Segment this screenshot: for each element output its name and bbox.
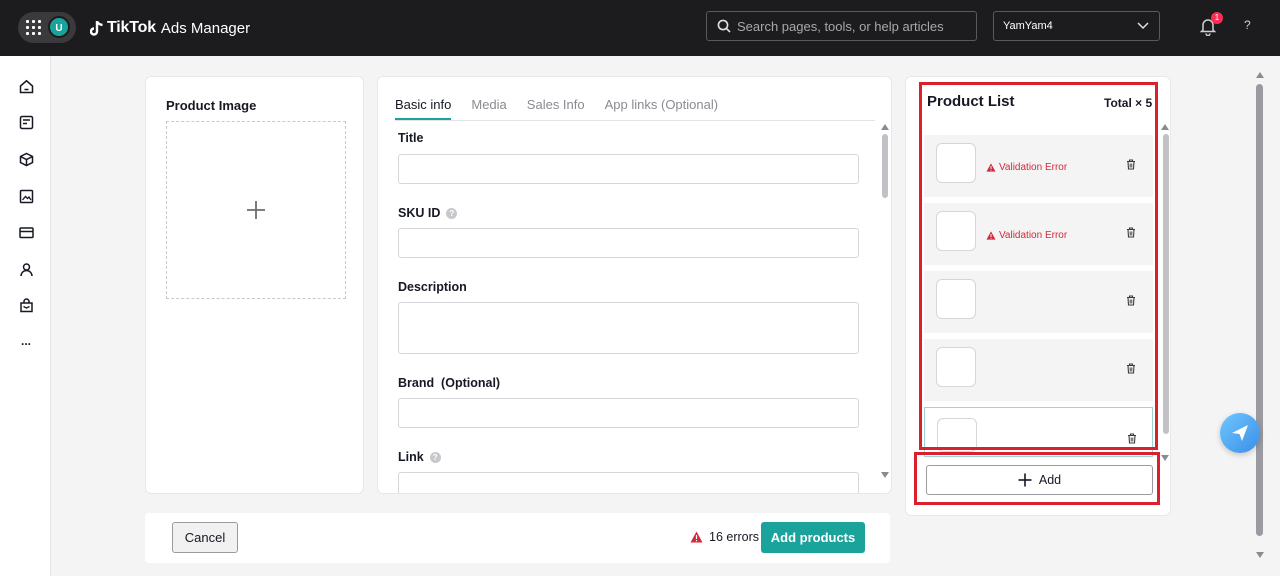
scroll-down-arrow-icon[interactable] [1161,455,1169,461]
product-thumbnail [937,418,977,452]
add-product-button[interactable]: Add [926,465,1153,495]
product-list-item[interactable]: Validation Error [924,203,1153,265]
user-icon[interactable] [18,261,34,277]
shop-icon[interactable] [18,297,34,313]
product-list-panel: Product List Total × 5 Validation Error … [905,76,1171,516]
error-summary: 16 errors [690,530,759,544]
title-input[interactable] [398,154,859,184]
add-products-button[interactable]: Add products [761,522,865,553]
tab-app-links[interactable]: App links (Optional) [605,97,718,120]
error-count: 16 errors [709,530,760,544]
image-upload-area[interactable] [166,121,346,299]
more-icon[interactable]: ... [18,333,34,349]
page-scrollbar[interactable] [1256,84,1263,536]
product-thumbnail [936,211,976,251]
page-scroll-down-icon[interactable] [1256,552,1264,558]
account-selector[interactable]: YamYam4 [993,11,1160,41]
scroll-down-arrow-icon[interactable] [881,472,889,478]
info-icon[interactable]: ? [429,451,441,463]
link-label: Link ? [398,450,441,464]
plus-icon [247,201,265,219]
assistant-button[interactable] [1220,413,1260,453]
title-label: Title [398,131,424,145]
scroll-up-arrow-icon[interactable] [1161,124,1169,130]
logo-product-text: Ads Manager [160,19,251,37]
chevron-down-icon [1137,22,1149,30]
tiktok-ads-manager-logo[interactable]: TikTok Ads Manager [90,15,250,41]
logo-brand-text: TikTok [107,19,156,36]
brand-input[interactable] [398,398,859,428]
product-total-count: Total × 5 [1104,96,1153,110]
cancel-button[interactable]: Cancel [172,522,238,553]
tab-sales-info[interactable]: Sales Info [527,97,585,120]
scroll-up-arrow-icon[interactable] [881,124,889,130]
trash-icon[interactable] [1126,295,1136,306]
page-scroll-up-icon[interactable] [1256,72,1264,78]
validation-error: Validation Error [986,230,1067,241]
product-list-item[interactable] [924,271,1153,333]
product-list-item[interactable] [924,339,1153,401]
sku-id-label: SKU ID ? [398,206,458,220]
tab-basic-info[interactable]: Basic info [395,97,452,120]
apps-grid-icon [26,20,41,35]
search-icon [717,19,731,33]
apps-menu-button[interactable]: U [18,12,76,43]
left-sidebar: ... [0,56,51,576]
campaign-icon[interactable] [18,114,34,130]
product-list-scrollbar[interactable] [1163,134,1169,434]
link-input[interactable] [398,472,859,493]
trash-icon[interactable] [1127,433,1137,444]
brand-label: Brand (Optional) [398,376,501,390]
product-image-panel: Product Image [145,76,364,494]
description-label: Description [398,280,467,294]
product-form-panel: Basic info Media Sales Info App links (O… [377,76,892,494]
sku-id-input[interactable] [398,228,859,258]
sparkle-icon [1232,425,1248,441]
form-tabs: Basic info Media Sales Info App links (O… [395,77,875,121]
tab-media[interactable]: Media [471,97,506,120]
package-icon[interactable] [18,151,34,167]
top-navigation-bar: U TikTok Ads Manager YamYam4 1 ? [0,0,1280,56]
product-list-item-selected[interactable] [924,407,1153,457]
product-list-item[interactable]: Validation Error [924,135,1153,197]
warning-icon [986,163,996,172]
tiktok-note-icon [90,20,103,36]
help-icon[interactable]: ? [1244,18,1251,32]
search-box[interactable] [706,11,977,41]
avatar[interactable]: U [48,16,70,38]
trash-icon[interactable] [1126,227,1136,238]
warning-icon [986,231,996,240]
assets-icon[interactable] [18,188,34,204]
product-thumbnail [936,347,976,387]
validation-error: Validation Error [986,162,1067,173]
notification-badge: 1 [1211,12,1223,24]
warning-icon [690,531,703,543]
product-thumbnail [936,143,976,183]
product-list-title: Product List [927,93,1015,110]
product-thumbnail [936,279,976,319]
home-icon[interactable] [18,78,34,94]
account-name: YamYam4 [1003,20,1053,32]
trash-icon[interactable] [1126,159,1136,170]
form-scrollbar[interactable] [882,134,888,198]
payment-icon[interactable] [18,224,34,240]
description-input[interactable] [398,302,859,354]
info-icon[interactable]: ? [446,207,458,219]
form-footer: Cancel 16 errors Add products [145,513,890,563]
trash-icon[interactable] [1126,363,1136,374]
search-input[interactable] [737,18,967,34]
plus-icon [1018,473,1032,487]
product-image-title: Product Image [166,98,257,113]
